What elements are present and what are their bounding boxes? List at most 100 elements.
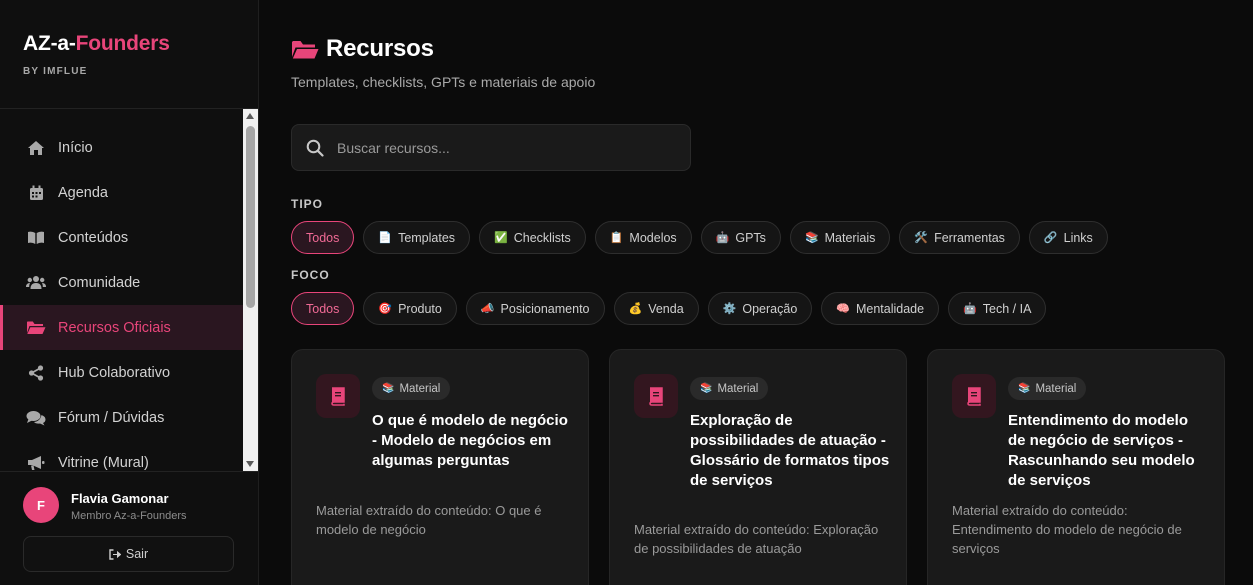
scroll-up-arrow-icon[interactable]: [246, 113, 254, 119]
chip-foco-operacao[interactable]: ⚙️ Operação: [707, 292, 813, 325]
resource-cards: 📚 Material O que é modelo de negócio - Mo…: [291, 349, 1225, 585]
filter-tipo-label: TIPO: [291, 197, 324, 211]
sidebar-item-label: Agenda: [58, 184, 108, 201]
clipboard-icon: 📋: [609, 232, 624, 244]
logout-button[interactable]: Sair: [23, 536, 234, 572]
chip-foco-todos[interactable]: Todos: [291, 292, 355, 325]
chip-foco-tech-ia[interactable]: 🤖 Tech / IA: [948, 292, 1047, 325]
sidebar-item-vitrine[interactable]: Vitrine (Mural): [0, 440, 243, 471]
brand-title-accent: Founders: [75, 32, 170, 55]
sidebar-item-forum[interactable]: Fórum / Dúvidas: [0, 395, 243, 440]
chip-tipo-gpts[interactable]: 🤖 GPTs: [700, 221, 781, 254]
brain-icon: 🧠: [836, 303, 850, 315]
calendar-icon: [26, 183, 46, 203]
chip-label: Modelos: [629, 230, 677, 245]
chip-label: Posicionamento: [500, 301, 590, 316]
sidebar-item-conteudos[interactable]: Conteúdos: [0, 215, 243, 260]
scroll-down-arrow-icon[interactable]: [246, 461, 254, 467]
chip-label: Tech / IA: [982, 301, 1032, 316]
sidebar-item-label: Vitrine (Mural): [58, 454, 149, 471]
chip-tipo-materiais[interactable]: 📚 Materiais: [789, 221, 891, 254]
search-box[interactable]: [291, 124, 691, 171]
scroll-thumb[interactable]: [246, 126, 255, 308]
search-input[interactable]: [337, 139, 667, 156]
book-icon: [26, 228, 46, 248]
chip-label: Mentalidade: [855, 301, 925, 316]
chip-label: Checklists: [513, 230, 571, 245]
sidebar-item-label: Início: [58, 139, 93, 156]
resource-card[interactable]: 📚 Material Exploração de possibilidades d…: [609, 349, 907, 585]
chip-foco-posicionamento[interactable]: 📣 Posicionamento: [465, 292, 605, 325]
book-icon: [952, 374, 996, 418]
page-title: Recursos: [291, 35, 434, 63]
chip-label: Links: [1063, 230, 1093, 245]
chip-foco-mentalidade[interactable]: 🧠 Mentalidade: [821, 292, 940, 325]
sidebar-nav: Início Agenda Conteúdos Comunidade Recur…: [0, 125, 243, 471]
badge-label: Material: [717, 382, 759, 395]
sidebar-item-comunidade[interactable]: Comunidade: [0, 260, 243, 305]
chip-tipo-modelos[interactable]: 📋 Modelos: [594, 221, 692, 254]
sidebar-item-recursos-oficiais[interactable]: Recursos Oficiais: [0, 305, 243, 350]
card-title: O que é modelo de negócio - Modelo de ne…: [372, 412, 568, 469]
badge-label: Material: [399, 382, 441, 395]
books-icon: 📚: [700, 383, 713, 394]
chip-label: Templates: [398, 230, 456, 245]
search-icon: [306, 138, 326, 158]
page-title-text: Recursos: [326, 35, 434, 62]
sidebar-item-hub-colaborativo[interactable]: Hub Colaborativo: [0, 350, 243, 395]
megaphone-icon: [26, 453, 46, 472]
megaphone-icon: 📣: [480, 303, 495, 315]
brand-subtitle: BY IMFLUE: [23, 66, 88, 77]
card-description: Material extraído do conteúdo: Exploraçã…: [634, 522, 879, 556]
card-title: Entendimento do modelo de negócio de ser…: [1008, 412, 1195, 489]
sidebar-item-inicio[interactable]: Início: [0, 125, 243, 170]
chip-tipo-links[interactable]: 🔗 Links: [1028, 221, 1108, 254]
user-divider: [0, 471, 258, 472]
books-icon: 📚: [804, 232, 819, 244]
card-type-badge: 📚 Material: [690, 377, 769, 400]
chip-label: Todos: [306, 230, 340, 245]
sidebar-scrollbar[interactable]: [243, 109, 258, 471]
money-bag-icon: 💰: [628, 303, 643, 315]
chip-foco-produto[interactable]: 🎯 Produto: [363, 292, 457, 325]
chip-tipo-todos[interactable]: Todos: [291, 221, 355, 254]
target-icon: 🎯: [378, 303, 393, 315]
sign-out-icon: [109, 548, 121, 560]
comments-icon: [26, 408, 46, 428]
card-description: Material extraído do conteúdo: O que é m…: [316, 503, 542, 537]
page-subtitle: Templates, checklists, GPTs e materiais …: [291, 74, 596, 90]
chip-label: Operação: [742, 301, 798, 316]
link-icon: 🔗: [1043, 232, 1058, 244]
chip-tipo-templates[interactable]: 📄 Templates: [363, 221, 471, 254]
books-icon: 📚: [1018, 383, 1031, 394]
sidebar: AZ-a-Founders BY IMFLUE Início Agenda Co…: [0, 0, 259, 585]
card-type-badge: 📚 Material: [1008, 377, 1087, 400]
robot-icon: 🤖: [963, 303, 977, 315]
resource-card[interactable]: 📚 Material Entendimento do modelo de negó…: [927, 349, 1225, 585]
sidebar-item-label: Conteúdos: [58, 229, 129, 246]
share-icon: [26, 363, 46, 383]
card-type-badge: 📚 Material: [372, 377, 451, 400]
brand-title[interactable]: AZ-a-Founders: [23, 32, 170, 56]
card-description: Material extraído do conteúdo: Entendime…: [952, 503, 1182, 556]
card-title: Exploração de possibilidades de atuação …: [690, 412, 890, 489]
chip-label: Venda: [648, 301, 684, 316]
chip-label: GPTs: [735, 230, 766, 245]
tools-icon: 🛠️: [914, 232, 929, 244]
sidebar-item-agenda[interactable]: Agenda: [0, 170, 243, 215]
sidebar-item-label: Recursos Oficiais: [58, 319, 171, 336]
folder-open-icon: [26, 318, 46, 338]
chip-label: Todos: [306, 301, 340, 316]
chip-tipo-ferramentas[interactable]: 🛠️ Ferramentas: [899, 221, 1020, 254]
book-icon: [634, 374, 678, 418]
sidebar-item-label: Hub Colaborativo: [58, 364, 171, 381]
chip-tipo-checklists[interactable]: ✅ Checklists: [479, 221, 586, 254]
filter-foco-label: FOCO: [291, 268, 330, 282]
resource-card[interactable]: 📚 Material O que é modelo de negócio - Mo…: [291, 349, 589, 585]
logout-label: Sair: [125, 547, 149, 561]
book-icon: [316, 374, 360, 418]
gear-icon: ⚙️: [722, 303, 737, 315]
check-mark-icon: ✅: [494, 232, 508, 244]
chip-foco-venda[interactable]: 💰 Venda: [613, 292, 699, 325]
filter-foco-chips: Todos 🎯 Produto 📣 Posicionamento 💰 Venda ⚙️…: [291, 292, 1047, 325]
